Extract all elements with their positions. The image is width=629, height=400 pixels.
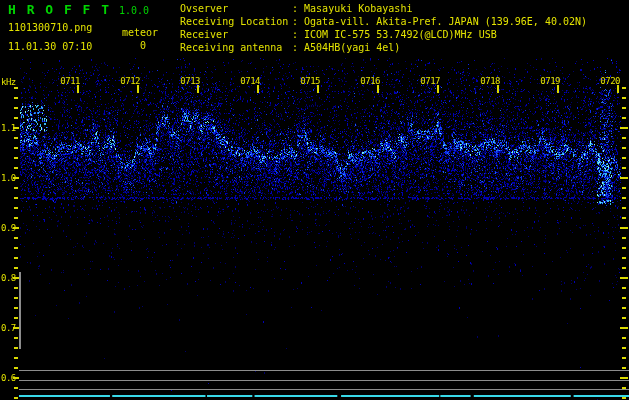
y-axis-unit: kHz: [1, 77, 16, 87]
info-label: Receiver: [180, 28, 292, 41]
x-tick-label: 0716: [354, 76, 380, 86]
info-separator: :: [292, 42, 298, 53]
info-row-antenna: Receiving antenna: A504HB(yagi 4el): [180, 41, 587, 54]
y-tick-label: 1.1: [1, 123, 16, 133]
y-tick-label: 1.0: [1, 173, 16, 183]
hrofft-screen: { "app": {"title": "H R O F F T", "versi…: [0, 0, 629, 400]
info-row-location: Receiving Location: Ogata-vill. Akita-Pr…: [180, 15, 587, 28]
y-tick-label: 0.8: [1, 273, 16, 283]
x-tick-label: 0715: [294, 76, 320, 86]
info-separator: :: [292, 3, 298, 14]
y-tick-label: 0.9: [1, 223, 16, 233]
x-tick-label: 0717: [414, 76, 440, 86]
x-tick-label: 0719: [534, 76, 560, 86]
app-title: H R O F F T: [8, 2, 111, 17]
y-tick-label: 0.6: [1, 373, 16, 383]
output-filename: 1101300710.png: [8, 22, 92, 33]
x-tick-label: 0720: [594, 76, 620, 86]
info-row-observer: Ovserver: Masayuki Kobayashi: [180, 2, 587, 15]
x-tick-label: 0714: [234, 76, 260, 86]
info-separator: :: [292, 29, 298, 40]
info-label: Ovserver: [180, 2, 292, 15]
spectrogram-canvas: [0, 0, 629, 400]
info-separator: :: [292, 16, 298, 27]
info-value: Ogata-vill. Akita-Pref. JAPAN (139.96E, …: [304, 16, 587, 27]
info-value: A504HB(yagi 4el): [304, 42, 400, 53]
x-tick-label: 0711: [54, 76, 80, 86]
x-tick-label: 0718: [474, 76, 500, 86]
station-info: Ovserver: Masayuki Kobayashi Receiving L…: [180, 2, 587, 54]
app-version: 1.0.0: [119, 5, 149, 16]
x-tick-label: 0712: [114, 76, 140, 86]
info-label: Receiving Location: [180, 15, 292, 28]
info-value: Masayuki Kobayashi: [304, 3, 412, 14]
y-tick-label: 0.7: [1, 323, 16, 333]
meteor-count: 0: [122, 40, 164, 51]
meteor-mode-label: meteor: [122, 27, 158, 38]
info-label: Receiving antenna: [180, 41, 292, 54]
x-tick-label: 0713: [174, 76, 200, 86]
info-row-receiver: Receiver: ICOM IC-575 53.7492(@LCD)MHz U…: [180, 28, 587, 41]
info-value: ICOM IC-575 53.7492(@LCD)MHz USB: [304, 29, 497, 40]
observation-datetime: 11.01.30 07:10: [8, 41, 92, 52]
